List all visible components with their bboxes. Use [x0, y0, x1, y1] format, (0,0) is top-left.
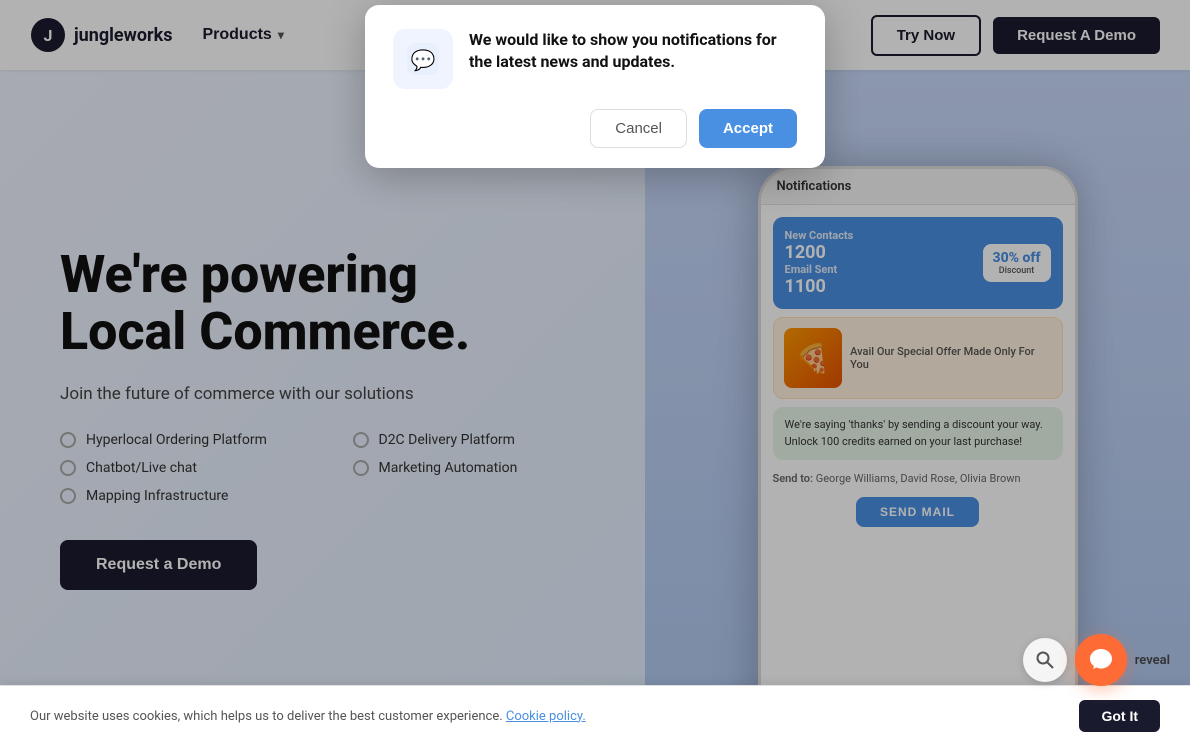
reveal-label: reveal [1135, 653, 1170, 668]
accept-button[interactable]: Accept [699, 109, 797, 148]
search-icon-svg [1035, 650, 1055, 670]
chat-bubble-icon[interactable] [1075, 634, 1127, 686]
popup-body: 💬 We would like to show you notification… [365, 5, 825, 109]
cookie-text: Our website uses cookies, which helps us… [30, 709, 1079, 724]
popup-icon-wrap: 💬 [393, 29, 453, 89]
notification-popup: 💬 We would like to show you notification… [365, 5, 825, 168]
svg-text:💬: 💬 [411, 48, 436, 72]
got-it-button[interactable]: Got It [1079, 700, 1160, 732]
popup-text: We would like to show you notifications … [469, 29, 797, 80]
notification-bell-icon: 💬 [405, 41, 441, 77]
popup-actions: Cancel Accept [365, 109, 825, 168]
cancel-button[interactable]: Cancel [590, 109, 687, 148]
cookie-right: Got It [1079, 700, 1160, 732]
chat-widget: reveal [1023, 634, 1170, 686]
cookie-message: Our website uses cookies, which helps us… [30, 709, 503, 724]
popup-title: We would like to show you notifications … [469, 29, 797, 74]
cookie-policy-link[interactable]: Cookie policy. [506, 709, 586, 724]
notification-overlay: 💬 We would like to show you notification… [0, 0, 1190, 746]
cookie-banner: Our website uses cookies, which helps us… [0, 685, 1190, 746]
search-icon[interactable] [1023, 638, 1067, 682]
cookie-policy-label: Cookie policy. [506, 709, 586, 724]
chat-icon-svg [1088, 647, 1114, 673]
